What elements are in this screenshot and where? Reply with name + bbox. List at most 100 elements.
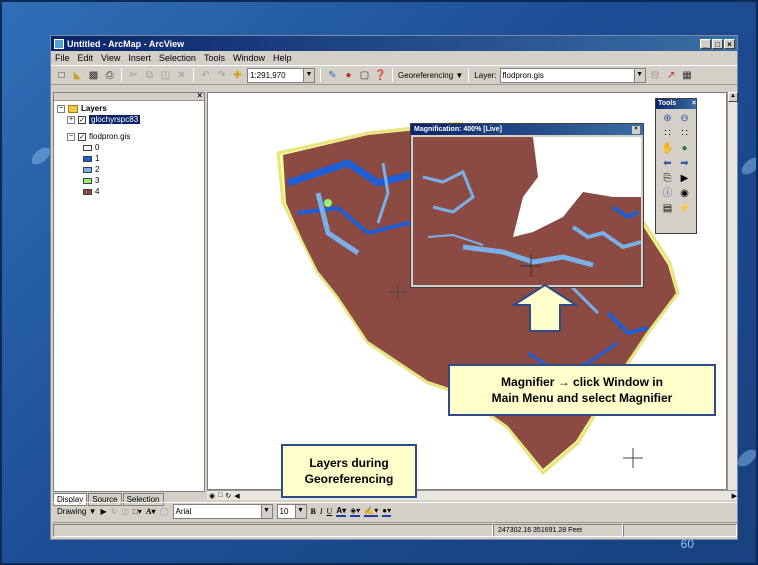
menu-selection[interactable]: Selection — [159, 53, 196, 63]
line-color-icon[interactable]: ✍▾ — [364, 506, 379, 517]
magnifier-title-bar[interactable]: Magnification: 400% [Live] × — [411, 124, 643, 135]
rectangle-icon[interactable]: □▾ — [133, 507, 142, 516]
layer-visibility-checkbox[interactable]: ✓ — [78, 132, 86, 141]
close-button[interactable]: × — [724, 38, 735, 49]
magnified-map — [422, 137, 641, 277]
legend-swatch[interactable] — [83, 144, 92, 151]
legend-swatch[interactable] — [83, 188, 92, 195]
refresh-icon[interactable]: ↻ — [225, 492, 231, 500]
bold-icon[interactable]: B — [311, 507, 316, 516]
maximize-button[interactable]: □ — [712, 38, 723, 49]
font-combo[interactable]: Arial ▼ — [172, 504, 273, 519]
menu-tools[interactable]: Tools — [204, 53, 225, 63]
georef-layer-combo[interactable]: flodpron.gis ▼ — [499, 67, 646, 83]
cut-icon[interactable]: ✂ — [127, 69, 140, 82]
measure-icon[interactable]: ▤ — [660, 203, 675, 215]
hyperlink-icon[interactable]: ⚡ — [677, 203, 692, 215]
menu-insert[interactable]: Insert — [128, 53, 151, 63]
chevron-down-icon[interactable]: ▼ — [294, 505, 306, 518]
fixed-zoom-out-icon[interactable]: ∷ — [677, 128, 692, 140]
expand-icon[interactable]: + — [67, 115, 75, 124]
close-icon[interactable]: × — [197, 91, 202, 100]
toolbar-separator — [468, 68, 470, 82]
toc-layer-row[interactable]: − ✓ flodpron.gis — [57, 131, 204, 142]
zoom-in-icon[interactable]: ⊕ — [660, 113, 675, 125]
save-icon[interactable]: ▩ — [87, 69, 100, 82]
chevron-down-icon[interactable]: ▼ — [633, 68, 645, 82]
delete-icon[interactable]: ✕ — [175, 69, 188, 82]
collapse-icon[interactable]: − — [57, 104, 65, 113]
copy-icon[interactable]: ⧉ — [143, 69, 156, 82]
select-elements-icon[interactable]: ▶ — [677, 173, 692, 185]
georeferencing-menu[interactable]: Georeferencing ▼ — [398, 71, 463, 80]
chevron-down-icon[interactable]: ▼ — [260, 505, 272, 518]
full-extent-icon[interactable]: ● — [677, 143, 692, 155]
menu-file[interactable]: File — [55, 53, 70, 63]
add-data-icon[interactable]: ✚ — [231, 69, 244, 82]
arctoolbox-icon[interactable]: ● — [342, 69, 355, 82]
close-icon[interactable]: × — [692, 99, 696, 109]
print-icon[interactable]: ⎙ — [103, 69, 116, 82]
find-icon[interactable]: ◉ — [677, 188, 692, 200]
toc-layer-name[interactable]: flodpron.gis — [89, 132, 130, 141]
legend-swatch[interactable] — [83, 166, 92, 173]
toc-layer-name[interactable]: glochyrspc83 — [89, 115, 141, 124]
status-extra — [623, 523, 737, 537]
collapse-icon[interactable]: − — [67, 132, 75, 141]
drawing-menu[interactable]: Drawing ▼ — [57, 507, 96, 516]
font-size-combo[interactable]: 10 ▼ — [276, 504, 307, 519]
open-folder-icon[interactable]: ◣ — [71, 69, 84, 82]
menu-view[interactable]: View — [101, 53, 120, 63]
rotate-icon[interactable]: ⊟ — [649, 69, 662, 82]
whats-this-help-icon[interactable]: ❓ — [374, 69, 387, 82]
toc-root-row[interactable]: − Layers — [57, 103, 204, 114]
scroll-right-icon[interactable]: ▶ — [732, 492, 737, 500]
zoom-to-selected-icon[interactable]: ◫ — [121, 507, 129, 516]
zoom-out-icon[interactable]: ⊖ — [677, 113, 692, 125]
minimize-button[interactable]: _ — [700, 38, 711, 49]
toc-layer-row[interactable]: + ✓ glochyrspc83 — [57, 114, 204, 125]
forward-extent-icon[interactable]: ➡ — [677, 158, 692, 170]
menu-edit[interactable]: Edit — [78, 53, 94, 63]
chevron-down-icon[interactable]: ▼ — [303, 68, 314, 82]
fill-color-icon[interactable]: ◈▾ — [350, 506, 361, 517]
map-scale-combo[interactable]: 1:291,970 ▼ — [247, 67, 315, 83]
edit-vertices-icon[interactable]: ◯ — [160, 507, 169, 516]
legend-swatch[interactable] — [83, 177, 92, 184]
back-extent-icon[interactable]: ⬅ — [660, 158, 675, 170]
select-elements-icon[interactable]: ▶ — [100, 507, 106, 516]
paste-icon[interactable]: ◫ — [159, 69, 172, 82]
new-text-icon[interactable]: A▾ — [146, 507, 156, 516]
italic-icon[interactable]: I — [320, 507, 323, 516]
magnified-channel — [462, 244, 594, 268]
data-view-icon[interactable]: □ — [218, 492, 222, 499]
menu-window[interactable]: Window — [233, 53, 265, 63]
map-scale-value: 1:291,970 — [250, 70, 286, 80]
identify-icon[interactable]: ⓘ — [660, 188, 675, 200]
undo-icon[interactable]: ↶ — [199, 69, 212, 82]
magnifier-window[interactable]: Magnification: 400% [Live] × — [410, 123, 644, 288]
scroll-left-icon[interactable]: ◀ — [234, 492, 239, 500]
rotate-icon[interactable]: ↻ — [111, 507, 118, 516]
view-link-table-icon[interactable]: ▦ — [681, 69, 694, 82]
callout-line: Layers during — [309, 456, 389, 470]
redo-icon[interactable]: ↷ — [215, 69, 228, 82]
legend-swatch[interactable] — [83, 155, 92, 162]
close-icon[interactable]: × — [632, 125, 640, 134]
vertical-scrollbar[interactable]: ▲ — [727, 92, 738, 490]
menu-help[interactable]: Help — [273, 53, 292, 63]
new-document-icon[interactable]: □ — [55, 69, 68, 82]
add-control-points-icon[interactable]: ↗ — [665, 69, 678, 82]
command-line-icon[interactable]: ▢ — [358, 69, 371, 82]
pan-icon[interactable]: ✋ — [660, 143, 675, 155]
drawing-toolbar: Drawing ▼ ▶ ↻ ◫ □▾ A▾ ◯ Arial ▼ 10 ▼ B I… — [53, 502, 737, 520]
layer-visibility-checkbox[interactable]: ✓ — [78, 115, 86, 124]
layout-view-icon[interactable]: ◉ — [209, 492, 215, 500]
scroll-up-icon[interactable]: ▲ — [728, 92, 738, 102]
marker-color-icon[interactable]: ●▾ — [382, 506, 392, 517]
editor-toolbar-icon[interactable]: ✎ — [326, 69, 339, 82]
fixed-zoom-in-icon[interactable]: ∷ — [660, 128, 675, 140]
underline-icon[interactable]: U — [327, 507, 333, 516]
select-features-icon[interactable]: ⎘ — [660, 173, 675, 185]
font-color-icon[interactable]: A▾ — [336, 506, 347, 517]
